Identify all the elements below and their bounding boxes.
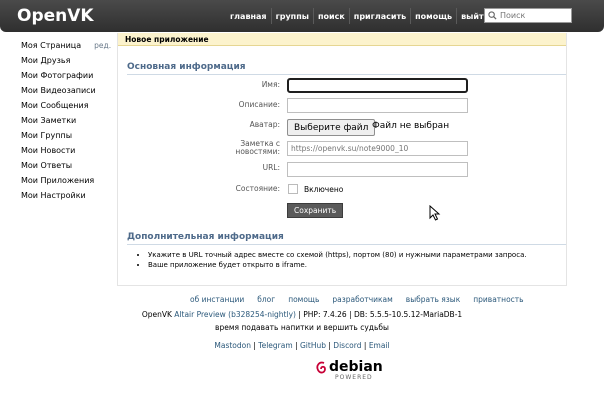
section-divider: [127, 74, 566, 75]
sidebar-item-label: Мои Настройки: [21, 191, 86, 200]
name-field[interactable]: [287, 78, 468, 93]
enabled-checkbox-label[interactable]: Включено: [304, 185, 343, 194]
footer-link-developers[interactable]: разработчикам: [332, 295, 392, 304]
save-button[interactable]: Сохранить: [287, 203, 344, 218]
name-label: Имя:: [261, 80, 280, 89]
social-link-email[interactable]: Email: [369, 341, 390, 350]
sidebar-item-groups[interactable]: Мои Группы: [21, 128, 116, 143]
footer-link-help[interactable]: помощь: [288, 295, 319, 304]
url-field[interactable]: [287, 162, 468, 177]
page-title: Новое приложение: [118, 33, 566, 46]
social-link-mastodon[interactable]: Mastodon: [214, 341, 251, 350]
version-suffix: | PHP: 7.4.26 | DB: 5.5.5-10.5.12-MariaD…: [298, 310, 463, 319]
sidebar-item-label: Мои Приложения: [21, 176, 95, 185]
sidebar-item-label: Мои Сообщения: [21, 101, 89, 110]
section-divider: [127, 244, 566, 245]
footer-link-about[interactable]: об инстанции: [190, 295, 244, 304]
debian-powered-text: POWERED: [335, 374, 373, 381]
main-panel: Новое приложение Основная информация Имя…: [117, 33, 567, 286]
debian-wordmark: debian: [329, 359, 383, 375]
top-header: OpenVK главная группы поиск пригласить п…: [0, 0, 604, 32]
social-link-discord[interactable]: Discord: [333, 341, 361, 350]
avatar-label: Аватар:: [249, 120, 280, 129]
file-status: Файл не выбран: [372, 121, 450, 131]
description-label: Описание:: [238, 100, 280, 109]
top-nav: главная группы поиск пригласить помощь в…: [226, 8, 493, 24]
url-label: URL:: [262, 163, 280, 172]
sidebar-item-label: Мои Видеозаписи: [21, 86, 96, 95]
search-icon: [488, 11, 497, 20]
sidebar-item-replies[interactable]: Мои Ответы: [21, 158, 116, 173]
motto: время подавать напитки и вершить судьбы: [215, 323, 389, 332]
enabled-checkbox[interactable]: [288, 184, 298, 194]
description-field[interactable]: [287, 98, 468, 113]
version-prefix: OpenVK: [141, 310, 172, 319]
sidebar-item-label: Мои Новости: [21, 146, 76, 155]
openvk-logo[interactable]: OpenVK: [17, 6, 94, 26]
sidebar-item-label: Мои Заметки: [21, 116, 77, 125]
sidebar-item-news[interactable]: Мои Новости: [21, 143, 116, 158]
footer-links: об инстанции блог помощь разработчикам в…: [190, 295, 537, 304]
separator: |: [363, 341, 367, 350]
footer-link-blog[interactable]: блог: [257, 295, 275, 304]
debian-swirl-icon: [316, 361, 326, 374]
sidebar-item-apps[interactable]: Мои Приложения: [21, 173, 116, 188]
nav-help[interactable]: помощь: [410, 8, 456, 24]
nav-groups[interactable]: группы: [270, 8, 313, 24]
sidebar: Моя Страница ред. Мои Друзья Мои Фотогра…: [21, 38, 116, 203]
version-link[interactable]: Altair Preview (b328254-nightly): [174, 310, 296, 319]
social-link-github[interactable]: GitHub: [300, 341, 326, 350]
separator: |: [295, 341, 298, 350]
nav-invite[interactable]: пригласить: [348, 8, 410, 24]
sidebar-item-my-page[interactable]: Моя Страница ред.: [21, 38, 116, 53]
sidebar-item-photos[interactable]: Мои Фотографии: [21, 68, 116, 83]
sidebar-item-label: Мои Группы: [21, 131, 73, 140]
section-title-extra: Дополнительная информация: [127, 232, 284, 242]
version-info: OpenVK Altair Preview (b328254-nightly) …: [0, 310, 604, 319]
sidebar-item-videos[interactable]: Мои Видеозаписи: [21, 83, 116, 98]
note-label-line2: новостями:: [235, 147, 280, 156]
state-label: Состояние:: [235, 184, 280, 193]
sidebar-item-label: Мои Ответы: [21, 161, 73, 170]
separator: |: [253, 341, 256, 350]
sidebar-item-notes[interactable]: Мои Заметки: [21, 113, 116, 128]
sidebar-item-label: Мои Фотографии: [21, 71, 94, 80]
search-box[interactable]: [484, 8, 572, 23]
separator: |: [328, 341, 331, 350]
search-input[interactable]: [500, 11, 570, 20]
list-item: Ваше приложение будет открыто в iframe.: [148, 261, 527, 271]
section-title-main: Основная информация: [127, 62, 246, 72]
logo-text: OpenVK: [17, 6, 94, 26]
info-list: Укажите в URL точный адрес вместе со схе…: [148, 251, 527, 271]
sidebar-item-friends[interactable]: Мои Друзья: [21, 53, 116, 68]
nav-home[interactable]: главная: [226, 8, 271, 24]
edit-link[interactable]: ред.: [94, 41, 111, 50]
mouse-cursor-icon: [429, 205, 441, 221]
sidebar-item-settings[interactable]: Мои Настройки: [21, 188, 116, 203]
social-link-telegram[interactable]: Telegram: [258, 341, 292, 350]
note-field[interactable]: [287, 141, 468, 156]
sidebar-item-label: Моя Страница: [21, 41, 82, 50]
footer-link-language[interactable]: выбрать язык: [406, 295, 460, 304]
sidebar-item-messages[interactable]: Мои Сообщения: [21, 98, 116, 113]
nav-search[interactable]: поиск: [312, 8, 349, 24]
social-links: Mastodon | Telegram | GitHub | Discord |…: [0, 341, 604, 350]
footer-link-privacy[interactable]: приватность: [473, 295, 523, 304]
list-item: Укажите в URL точный адрес вместе со схе…: [148, 251, 527, 261]
sidebar-item-label: Мои Друзья: [21, 56, 71, 65]
debian-logo[interactable]: debian POWERED: [315, 359, 383, 381]
choose-file-button[interactable]: Выберите файл: [287, 119, 376, 136]
